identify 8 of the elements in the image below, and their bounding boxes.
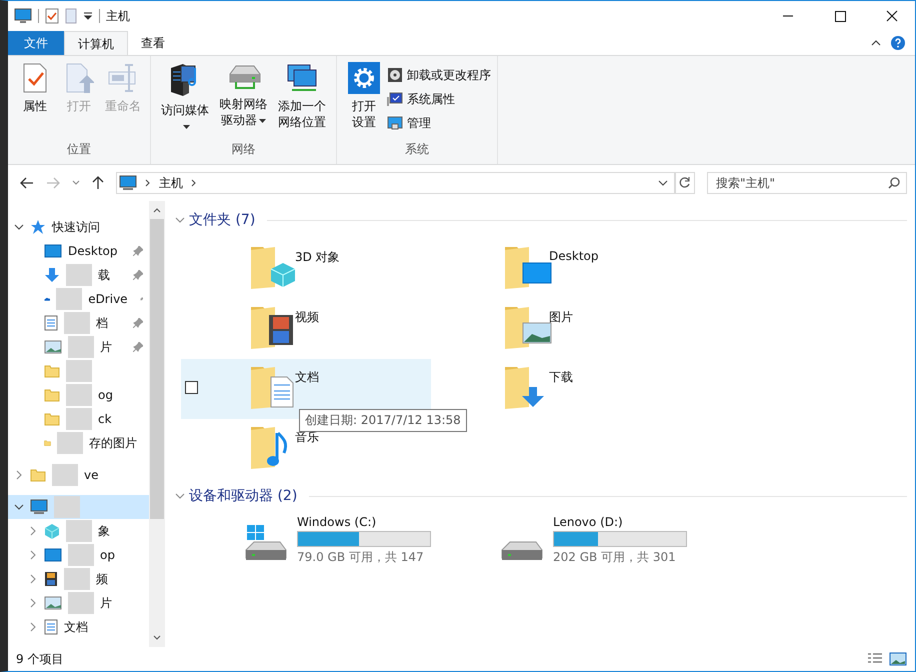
- tooltip: 创建日期: 2017/7/12 13:58: [299, 409, 467, 432]
- ribbon-group-label: 位置: [67, 141, 91, 158]
- ribbon-group-label: 系统: [405, 141, 430, 158]
- window-title: 主机: [106, 8, 130, 24]
- free-space-text: 79.0 GB 可用，共 147: [297, 549, 425, 566]
- item-count: 9 个项目: [16, 650, 64, 668]
- free-space-text: 202 GB 可用，共 301: [553, 549, 677, 566]
- ribbon-group-label: 网络: [232, 141, 256, 158]
